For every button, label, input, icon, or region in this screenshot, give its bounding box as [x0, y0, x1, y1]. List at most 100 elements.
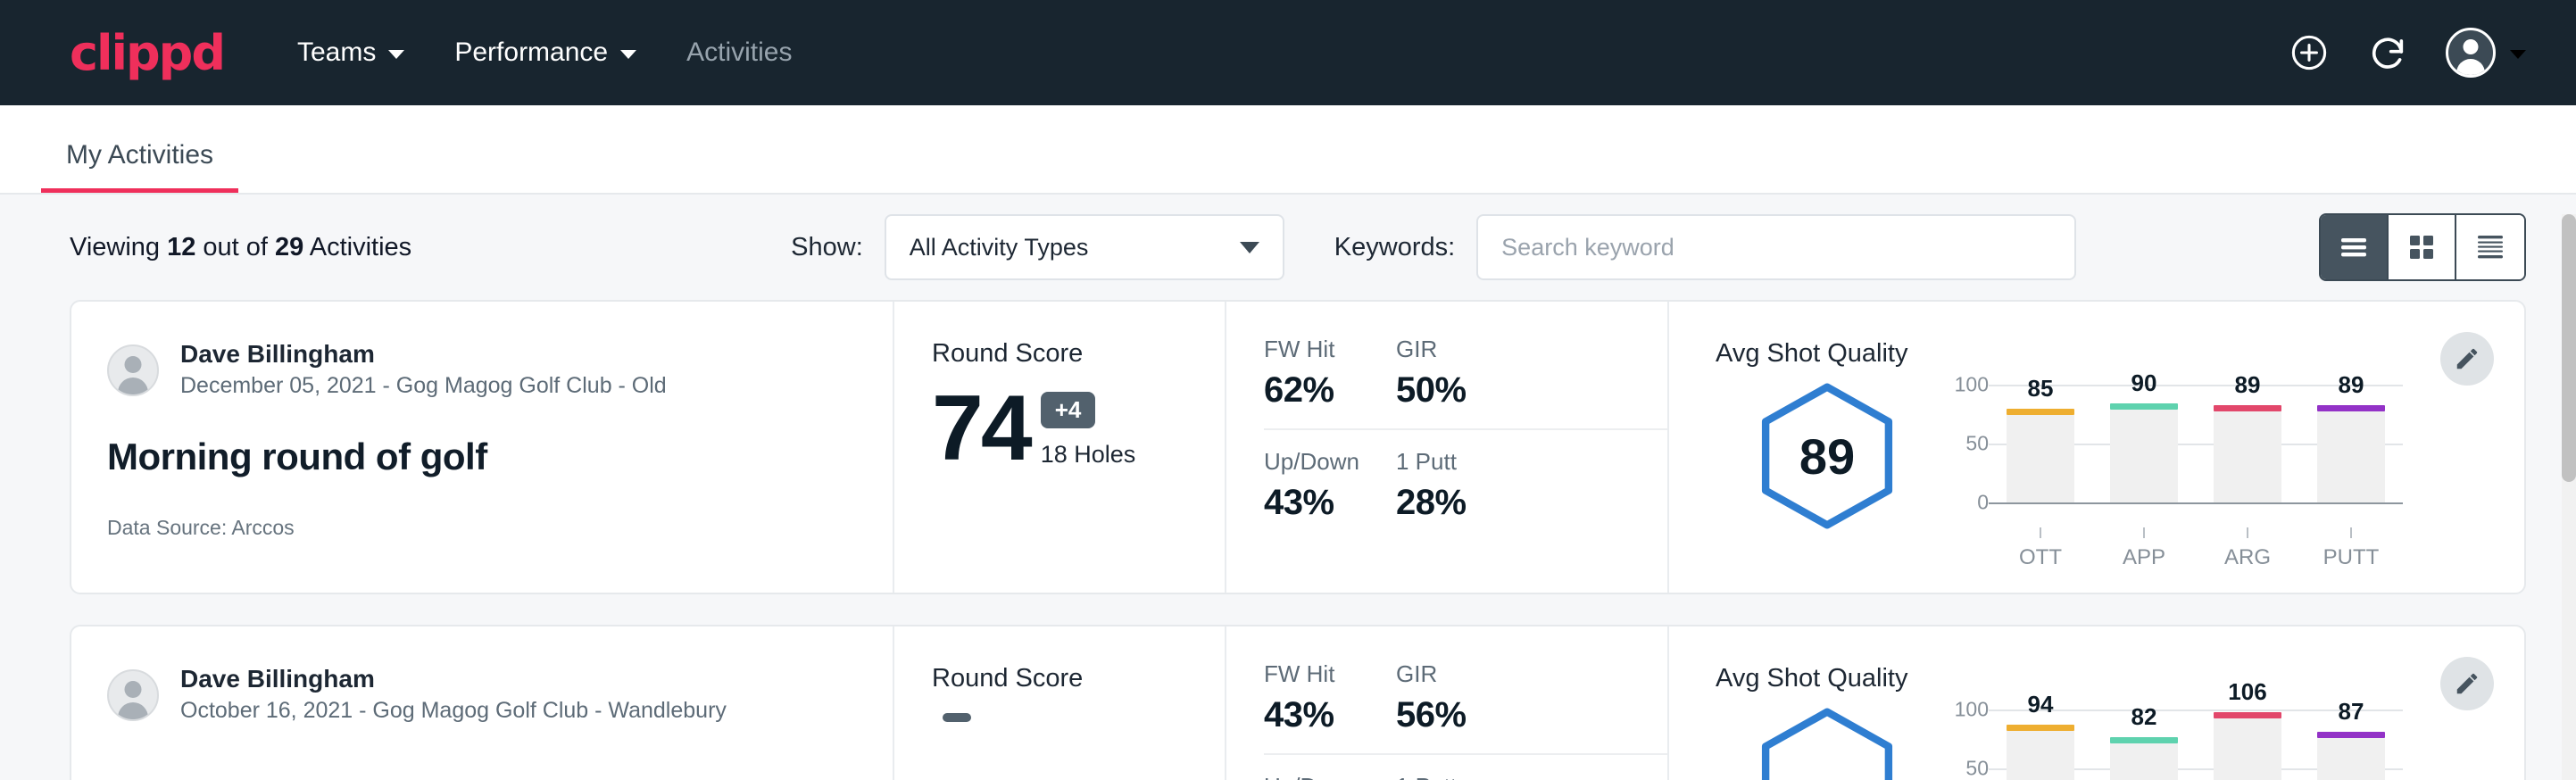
- bar-putt: 87: [2317, 709, 2385, 780]
- stat-fw-hit-value: 43%: [1264, 695, 1371, 735]
- viewing-count-text: Viewing 12 out of 29 Activities: [70, 233, 411, 262]
- stat-one-putt: 1 Putt: [1396, 755, 1667, 780]
- grid-view-button[interactable]: [2389, 215, 2456, 279]
- shot-quality-hexagon: 89: [1716, 376, 1939, 531]
- bar-arg: 89: [2214, 385, 2281, 502]
- chart-plot-area: 85 90 89: [1989, 385, 2403, 520]
- activity-list[interactable]: Dave Billingham December 05, 2021 - Gog …: [0, 300, 2576, 780]
- x-tick-ott: OTT: [2019, 545, 2062, 570]
- page-scrollbar[interactable]: [2562, 214, 2576, 780]
- round-score-label: Round Score: [932, 339, 1225, 369]
- account-menu[interactable]: [2446, 28, 2526, 78]
- bar-arg-cap: [2214, 405, 2281, 411]
- axis-baseline: [1989, 502, 2403, 504]
- stat-gir-value: 50%: [1396, 370, 1642, 411]
- stat-one-putt-label: 1 Putt: [1396, 448, 1642, 476]
- y-tick-0: 0: [1977, 491, 1989, 515]
- viewing-suffix: Activities: [303, 233, 411, 261]
- avg-shot-quality-label: Avg Shot Quality: [1716, 664, 2471, 693]
- bar-app-cap: [2110, 737, 2178, 743]
- chevron-down-icon: [1240, 242, 1259, 253]
- x-tick-arg: ARG: [2224, 545, 2271, 570]
- bar-ott-value: 85: [2007, 375, 2074, 402]
- activity-user-name: Dave Billingham: [180, 664, 727, 694]
- y-tick-100: 100: [1955, 373, 1989, 397]
- shot-quality-value: [1752, 706, 1902, 780]
- keywords-filter-group: Keywords:: [1334, 214, 2076, 280]
- nav-item-performance[interactable]: Performance: [454, 37, 636, 68]
- bar-app-cap: [2110, 403, 2178, 410]
- bar-arg: 106: [2214, 709, 2281, 780]
- bar-app-value: 90: [2110, 369, 2178, 397]
- stats-grid: FW Hit 43% GIR 56% Up/Down 1 Putt: [1264, 660, 1667, 780]
- shot-quality-section: Avg Shot Quality 89 100 50 0: [1667, 302, 2524, 593]
- top-navigation-bar: clippd Teams Performance Activities: [0, 0, 2576, 105]
- nav-item-teams[interactable]: Teams: [297, 37, 404, 68]
- bar-ott: 94: [2007, 709, 2074, 780]
- bar-ott-cap: [2007, 409, 2074, 415]
- shot-quality-section: Avg Shot Quality 100 50 0: [1667, 626, 2524, 780]
- nav-item-performance-label: Performance: [454, 37, 608, 68]
- clippd-logo[interactable]: clippd: [70, 25, 224, 81]
- stats-section: FW Hit 62% GIR 50% Up/Down 43% 1 Putt 28…: [1225, 302, 1667, 593]
- activity-type-select-value: All Activity Types: [910, 234, 1089, 261]
- bar-ott: 85: [2007, 385, 2074, 502]
- shot-quality-value: 89: [1752, 381, 1902, 531]
- round-score-value: 74: [932, 388, 1030, 470]
- primary-nav: Teams Performance Activities: [297, 37, 792, 68]
- nav-item-activities[interactable]: Activities: [686, 37, 792, 68]
- bar-ott-value: 94: [2007, 691, 2074, 718]
- y-tick-50: 50: [1965, 757, 1989, 780]
- bar-putt-cap: [2317, 405, 2385, 411]
- holes-label: 18 Holes: [1041, 441, 1136, 469]
- x-tick-putt: PUTT: [2323, 545, 2380, 570]
- bar-app: 90: [2110, 385, 2178, 502]
- activity-card[interactable]: Dave Billingham October 16, 2021 - Gog M…: [70, 625, 2526, 780]
- refresh-icon[interactable]: [2367, 32, 2408, 73]
- activity-title: Morning round of golf: [107, 436, 866, 478]
- avg-shot-quality-label: Avg Shot Quality: [1716, 339, 2471, 369]
- bar-app: 82: [2110, 709, 2178, 780]
- shot-quality-bar-chart: 100 50 0 85: [1939, 376, 2403, 570]
- activity-identity: Dave Billingham October 16, 2021 - Gog M…: [71, 626, 893, 780]
- viewing-count: 12: [167, 233, 195, 261]
- list-view-button[interactable]: [2321, 215, 2389, 279]
- activity-card[interactable]: Dave Billingham December 05, 2021 - Gog …: [70, 300, 2526, 594]
- stat-one-putt-label: 1 Putt: [1396, 773, 1642, 780]
- stat-up-down-label: Up/Down: [1264, 773, 1371, 780]
- stat-up-down-value: 43%: [1264, 483, 1371, 523]
- stat-one-putt-value: 28%: [1396, 483, 1642, 523]
- bar-arg-cap: [2214, 712, 2281, 718]
- nav-item-teams-label: Teams: [297, 37, 376, 68]
- tab-my-activities-label: My Activities: [66, 140, 213, 170]
- activity-type-select[interactable]: All Activity Types: [885, 214, 1284, 280]
- edit-activity-button[interactable]: [2440, 657, 2494, 710]
- search-input[interactable]: [1476, 214, 2076, 280]
- stat-gir-label: GIR: [1396, 660, 1642, 688]
- stat-gir-label: GIR: [1396, 336, 1642, 363]
- bar-putt-value: 87: [2317, 698, 2385, 726]
- viewing-mid: out of: [195, 233, 275, 261]
- x-tick-app: APP: [2123, 545, 2165, 570]
- stat-gir: GIR 50%: [1396, 336, 1667, 430]
- account-avatar: [2446, 28, 2496, 78]
- shot-quality-hexagon: [1716, 701, 1939, 780]
- bar-ott-cap: [2007, 725, 2074, 731]
- stat-fw-hit: FW Hit 43%: [1264, 660, 1396, 755]
- y-tick-100: 100: [1955, 698, 1989, 722]
- add-icon[interactable]: [2289, 32, 2330, 73]
- stat-fw-hit-value: 62%: [1264, 370, 1371, 411]
- stat-up-down: Up/Down 43%: [1264, 430, 1396, 523]
- activity-meta: October 16, 2021 - Gog Magog Golf Club -…: [180, 694, 727, 726]
- stats-section: FW Hit 43% GIR 56% Up/Down 1 Putt: [1225, 626, 1667, 780]
- edit-activity-button[interactable]: [2440, 332, 2494, 386]
- page-scrollbar-thumb[interactable]: [2562, 214, 2576, 482]
- tab-my-activities[interactable]: My Activities: [41, 140, 238, 193]
- detail-view-button[interactable]: [2456, 215, 2524, 279]
- activity-user-row: Dave Billingham December 05, 2021 - Gog …: [107, 339, 866, 402]
- activity-meta: December 05, 2021 - Gog Magog Golf Club …: [180, 369, 667, 402]
- round-score-row: 74 +4 18 Holes: [932, 388, 1225, 470]
- chart-bars: 85 90 89: [1989, 385, 2403, 502]
- stat-gir-value: 56%: [1396, 695, 1642, 735]
- status-badge: [943, 713, 971, 722]
